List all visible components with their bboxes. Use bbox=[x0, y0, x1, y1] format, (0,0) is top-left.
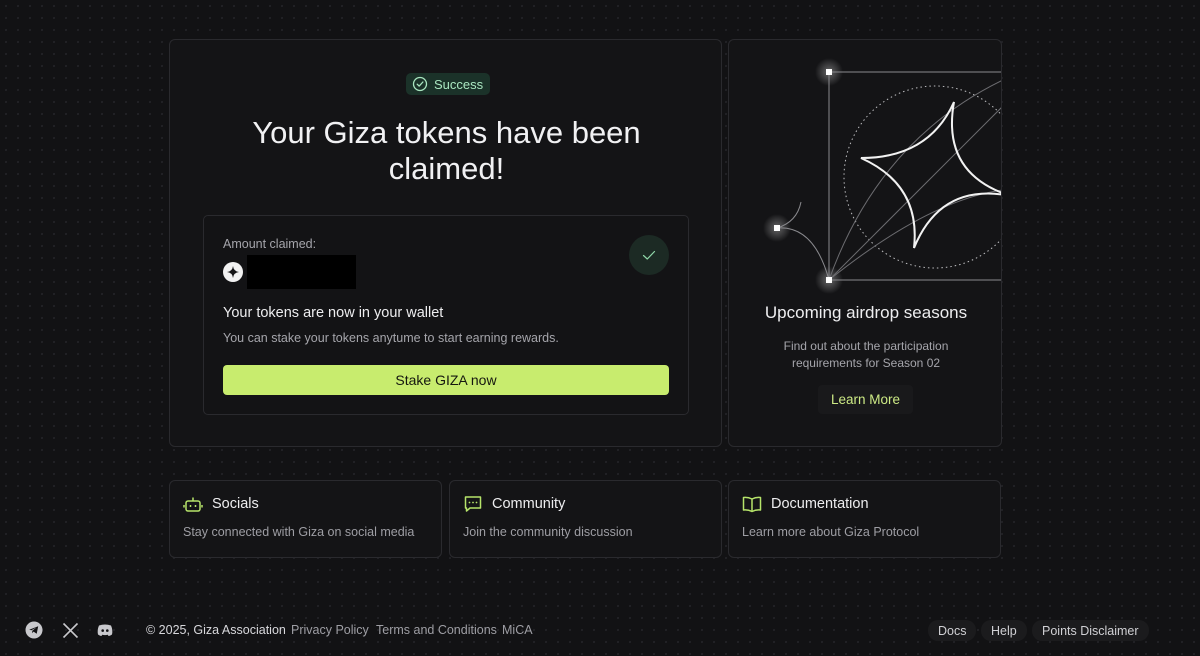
check-circle-icon bbox=[412, 76, 428, 92]
sparkle-illustration bbox=[763, 58, 1001, 294]
mica-link[interactable]: MiCA bbox=[502, 623, 533, 637]
page-title: Your Giza tokens have been claimed! bbox=[252, 115, 641, 186]
telegram-icon[interactable] bbox=[25, 621, 43, 639]
checkmark-icon bbox=[629, 235, 669, 275]
community-title: Community bbox=[492, 496, 566, 512]
airdrop-subtitle: Find out about the participation require… bbox=[783, 339, 949, 370]
giza-token-icon bbox=[223, 262, 243, 282]
airdrop-card: Upcoming airdrop seasons Find out about … bbox=[728, 39, 1002, 447]
copyright-text: © 2025, Giza Association bbox=[146, 623, 286, 637]
stake-giza-button[interactable]: Stake GIZA now bbox=[223, 365, 669, 395]
community-subtitle: Join the community discussion bbox=[463, 525, 633, 539]
community-card[interactable]: Community Join the community discussion bbox=[449, 480, 722, 558]
documentation-title: Documentation bbox=[771, 496, 869, 512]
points-disclaimer-button[interactable]: Points Disclaimer bbox=[1032, 620, 1149, 641]
claim-details-panel: Amount claimed: Your tokens are now in y… bbox=[203, 215, 689, 415]
robot-icon bbox=[183, 497, 203, 512]
x-icon[interactable] bbox=[61, 621, 79, 639]
help-button[interactable]: Help bbox=[981, 620, 1027, 641]
socials-title: Socials bbox=[212, 496, 259, 512]
privacy-policy-link[interactable]: Privacy Policy bbox=[291, 623, 369, 637]
success-badge-label: Success bbox=[434, 76, 484, 92]
claim-card: Success Your Giza tokens have been claim… bbox=[169, 39, 722, 447]
documentation-card[interactable]: Documentation Learn more about Giza Prot… bbox=[728, 480, 1001, 558]
wallet-subtitle: You can stake your tokens anytume to sta… bbox=[223, 331, 559, 345]
socials-card[interactable]: Socials Stay connected with Giza on soci… bbox=[169, 480, 442, 558]
wallet-title: Your tokens are now in your wallet bbox=[223, 305, 444, 321]
terms-link[interactable]: Terms and Conditions bbox=[376, 623, 497, 637]
chat-bubble-icon bbox=[464, 496, 482, 512]
book-icon bbox=[742, 496, 762, 513]
documentation-subtitle: Learn more about Giza Protocol bbox=[742, 525, 920, 539]
airdrop-title: Upcoming airdrop seasons bbox=[764, 303, 968, 322]
amount-label: Amount claimed: bbox=[223, 237, 317, 251]
learn-more-button[interactable]: Learn More bbox=[818, 385, 913, 414]
amount-value-redacted bbox=[247, 255, 356, 289]
socials-subtitle: Stay connected with Giza on social media bbox=[183, 525, 415, 539]
docs-button[interactable]: Docs bbox=[928, 620, 977, 641]
discord-icon[interactable] bbox=[96, 621, 114, 639]
success-badge: Success bbox=[406, 73, 491, 95]
